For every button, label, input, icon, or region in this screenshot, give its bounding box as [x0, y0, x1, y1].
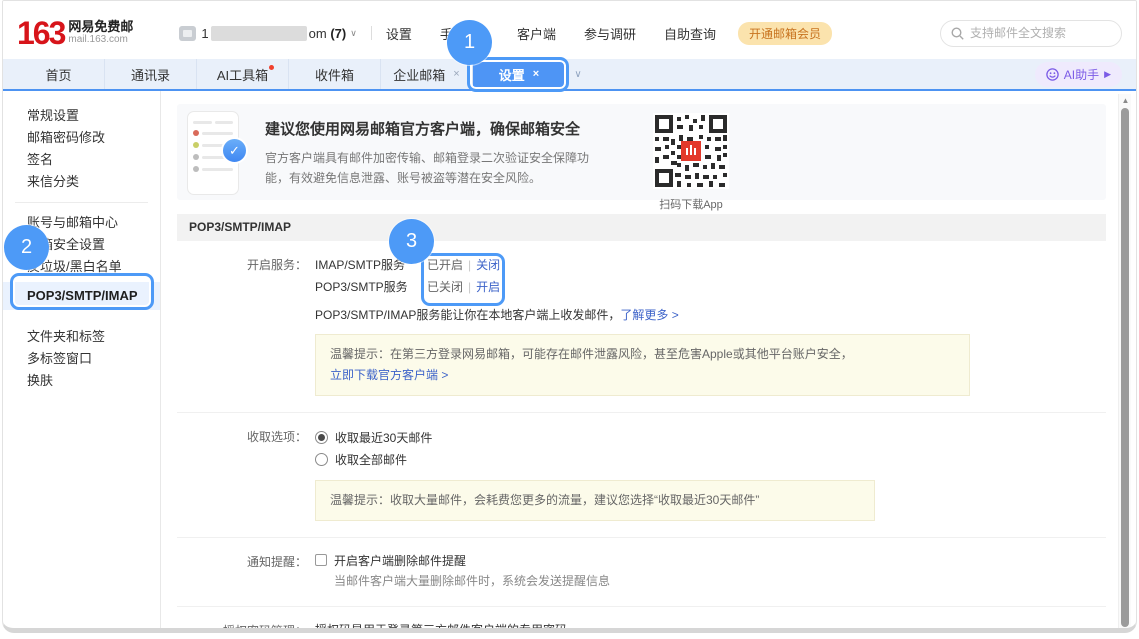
sidebar-item-multitab-window[interactable]: 多标签窗口 — [3, 348, 160, 370]
status-separator: | — [468, 276, 471, 298]
scroll-up-arrow-icon[interactable]: ▲ — [1119, 96, 1132, 105]
header-nav: 设置 手机App 客户端 参与调研 自助查询 — [386, 24, 716, 43]
tab-ai-toolbox[interactable]: AI工具箱 — [197, 59, 289, 89]
notify-row: 通知提醒： 开启客户端删除邮件提醒 当邮件客户端大量删除邮件时，系统会发送提醒信… — [177, 551, 1106, 590]
sidebar-item-password-change[interactable]: 邮箱密码修改 — [3, 127, 160, 149]
shield-check-icon: ✓ — [221, 137, 248, 164]
imap-smtp-status: 已开启 — [427, 254, 463, 276]
tab-enterprise-mail[interactable]: 企业邮箱 × — [381, 59, 473, 89]
sidebar-item-general-settings[interactable]: 常规设置 — [3, 105, 160, 127]
logo-domain: mail.163.com — [68, 34, 133, 46]
tab-inbox[interactable]: 收件箱 — [289, 59, 381, 89]
delete-reminder-checkbox-row[interactable]: 开启客户端删除邮件提醒 — [315, 551, 610, 569]
tab-strip: 首页 通讯录 AI工具箱 收件箱 企业邮箱 × 设置 × ∨ — [3, 59, 1136, 91]
search-icon — [951, 27, 964, 40]
notification-dot-icon — [269, 65, 274, 70]
download-client-link[interactable]: 立即下载官方客户端 > — [330, 368, 448, 382]
section-title-pop3-smtp-imap: POP3/SMTP/IMAP — [177, 214, 1106, 241]
nav-settings[interactable]: 设置 — [386, 24, 412, 43]
fetch-options-row: 收取选项： 收取最近30天邮件 收取全部邮件 温馨提示：收取大量邮件，会耗费您更… — [177, 426, 1106, 521]
logo-product-name: 网易免费邮 — [68, 20, 133, 34]
sidebar-divider — [15, 202, 148, 203]
account-redacted-email — [211, 26, 307, 41]
service-description: POP3/SMTP/IMAP服务能让你在本地客户端上收发邮件， — [315, 308, 620, 322]
sidebar-item-pop3-smtp-imap[interactable]: POP3/SMTP/IMAP — [3, 282, 160, 310]
section-divider — [177, 537, 1106, 538]
settings-sidebar: 常规设置 邮箱密码修改 签名 来信分类 账号与邮箱中心 邮箱安全设置 反垃圾/黑… — [3, 91, 161, 632]
auth-desc-line1: 授权码是用于登录第三方邮件客户端的专用密码。 — [315, 620, 845, 633]
radio-all-mail[interactable]: 收取全部邮件 — [315, 448, 875, 470]
radio-selected-icon[interactable] — [315, 431, 328, 444]
checkbox-description: 当邮件客户端大量删除邮件时，系统会发送提醒信息 — [334, 572, 610, 590]
mail-search-box[interactable] — [940, 20, 1122, 47]
warning-text: 温馨提示：在第三方登录网易邮箱，可能存在邮件泄露风险，甚至危害Apple或其他平… — [330, 347, 853, 361]
chevron-right-icon: ▶ — [1104, 69, 1111, 80]
top-header: 163 网易免费邮 mail.163.com 1 om (7) ∨ 设置 手机A… — [3, 1, 1136, 59]
sidebar-item-folders-tags[interactable]: 文件夹和标签 — [3, 326, 160, 348]
chevron-down-icon: ∨ — [350, 28, 357, 39]
search-input[interactable] — [970, 26, 1111, 40]
member-badge-icon — [179, 26, 196, 41]
mail-window: 163 网易免费邮 mail.163.com 1 om (7) ∨ 设置 手机A… — [2, 0, 1137, 633]
account-switcher[interactable]: 1 om (7) ∨ — [179, 26, 356, 41]
radio-unselected-icon[interactable] — [315, 453, 328, 466]
pop3-smtp-service-name: POP3/SMTP服务 — [315, 276, 427, 298]
checkbox-label: 开启客户端删除邮件提醒 — [334, 552, 466, 569]
third-party-warning-box: 温馨提示：在第三方登录网易邮箱，可能存在邮件泄露风险，甚至危害Apple或其他平… — [315, 334, 970, 396]
scrollbar-thumb[interactable] — [1121, 108, 1129, 627]
account-unread-count: (7) — [330, 26, 346, 41]
logo-163-text: 163 — [17, 18, 64, 48]
vertical-scrollbar[interactable]: ▲ — [1118, 94, 1131, 630]
section-divider — [177, 412, 1106, 413]
tab-contacts[interactable]: 通讯录 — [105, 59, 197, 89]
pop3-smtp-service-row: POP3/SMTP服务 已关闭 | 开启 — [315, 276, 970, 298]
account-suffix: om — [309, 26, 327, 41]
sidebar-item-incoming-classification[interactable]: 来信分类 — [3, 171, 160, 193]
163-logo[interactable]: 163 网易免费邮 mail.163.com — [17, 18, 133, 48]
nav-survey[interactable]: 参与调研 — [584, 24, 636, 43]
tab-overflow-chevron-icon[interactable]: ∨ — [565, 59, 591, 89]
header-divider — [371, 26, 372, 40]
ai-assistant-button[interactable]: AI助手 ▶ — [1035, 62, 1122, 87]
smiley-icon — [1046, 68, 1059, 81]
pop3-smtp-open-link[interactable]: 开启 — [476, 276, 500, 298]
service-label: 开启服务： — [177, 254, 307, 396]
step-2-marker: 2 — [4, 225, 49, 270]
auth-password-label: 授权密码管理： — [177, 620, 307, 633]
imap-smtp-close-link[interactable]: 关闭 — [476, 254, 500, 276]
learn-more-link[interactable]: 了解更多 > — [620, 308, 678, 322]
member-upgrade-badge[interactable]: 开通邮箱会员 — [738, 22, 832, 45]
radio-recent-30-days[interactable]: 收取最近30天邮件 — [315, 426, 875, 448]
section-divider — [177, 606, 1106, 607]
notify-label: 通知提醒： — [177, 551, 307, 590]
settings-main-panel: ✓ 建议您使用网易邮箱官方客户端，确保邮箱安全 官方客户端具有邮件加密传输、邮箱… — [161, 91, 1136, 632]
step-1-marker: 1 — [447, 20, 492, 65]
tab-home[interactable]: 首页 — [13, 59, 105, 89]
status-separator: | — [468, 254, 471, 276]
qr-caption: 扫码下载App — [652, 196, 730, 212]
close-icon[interactable]: × — [453, 68, 459, 80]
sidebar-item-skin[interactable]: 换肤 — [3, 370, 160, 392]
checkbox-unchecked-icon[interactable] — [315, 554, 327, 566]
close-icon[interactable]: × — [533, 68, 539, 80]
sidebar-item-signature[interactable]: 签名 — [3, 149, 160, 171]
official-client-banner: ✓ 建议您使用网易邮箱官方客户端，确保邮箱安全 官方客户端具有邮件加密传输、邮箱… — [177, 104, 1106, 200]
nav-self-query[interactable]: 自助查询 — [664, 24, 716, 43]
auth-password-row: 授权密码管理： 授权码是用于登录第三方邮件客户端的专用密码。 适用于登录以下服务… — [177, 620, 1106, 633]
service-toggle-row: 开启服务： IMAP/SMTP服务 已开启 | 关闭 POP3/SMTP服务 已… — [177, 254, 1106, 396]
account-prefix: 1 — [201, 26, 208, 41]
tab-settings[interactable]: 设置 × — [473, 59, 565, 89]
download-app-qr-code — [653, 113, 729, 189]
fetch-options-label: 收取选项： — [177, 426, 307, 521]
nav-client[interactable]: 客户端 — [517, 24, 556, 43]
step-3-marker: 3 — [389, 219, 434, 264]
fetch-tip-text: 温馨提示：收取大量邮件，会耗费您更多的流量，建议您选择“收取最近30天邮件” — [330, 493, 759, 507]
pop3-smtp-status: 已关闭 — [427, 276, 463, 298]
fetch-tip-box: 温馨提示：收取大量邮件，会耗费您更多的流量，建议您选择“收取最近30天邮件” — [315, 480, 875, 521]
